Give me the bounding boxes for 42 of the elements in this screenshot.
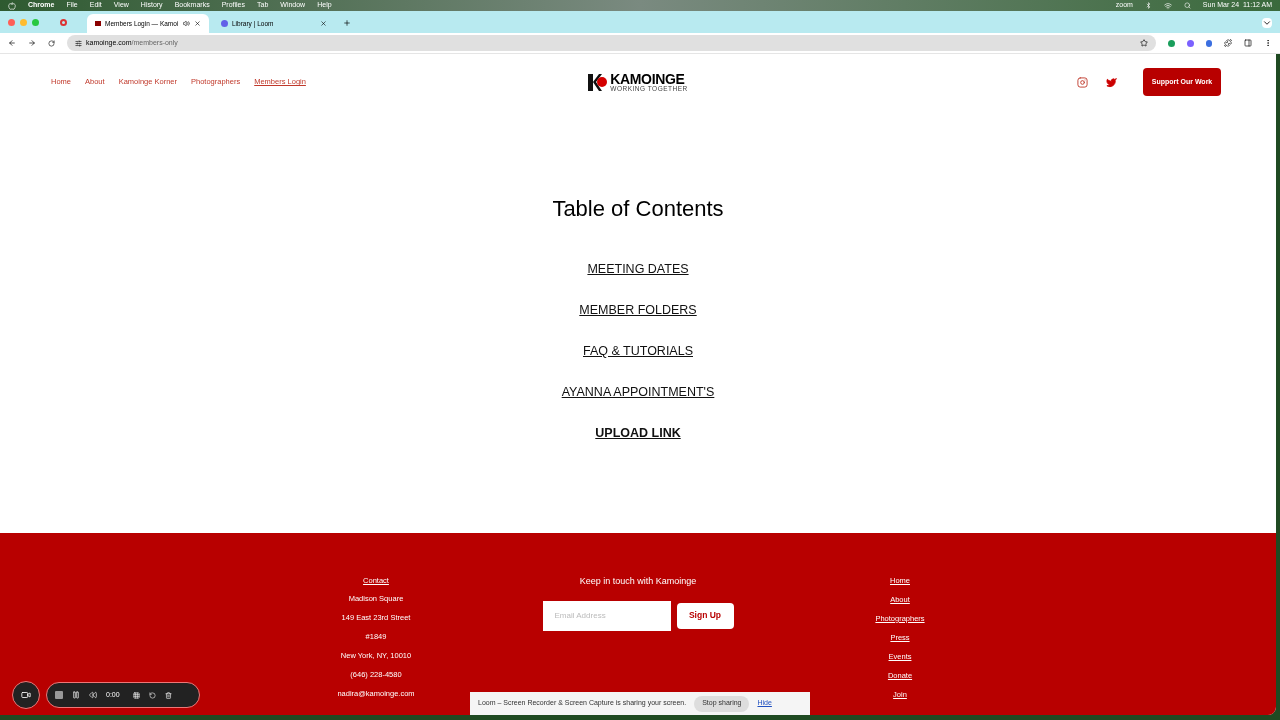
apple-icon[interactable]	[8, 1, 16, 10]
back-icon[interactable]	[8, 39, 16, 47]
restart-icon[interactable]	[148, 691, 156, 699]
sign-up-button[interactable]: Sign Up	[676, 602, 734, 629]
trash-icon[interactable]	[164, 691, 172, 699]
wifi-icon[interactable]	[1163, 1, 1172, 10]
camera-icon	[21, 690, 31, 700]
extensions-icon[interactable]	[1224, 39, 1232, 47]
logo-text: KAMOINGE	[610, 71, 685, 86]
loom-icon	[221, 20, 228, 27]
site-info-icon[interactable]	[75, 39, 82, 47]
close-icon[interactable]	[194, 20, 201, 27]
logo-icon	[588, 73, 609, 91]
pause-icon[interactable]	[72, 691, 80, 699]
rewind-icon[interactable]	[89, 691, 97, 699]
search-icon[interactable]	[1183, 2, 1191, 9]
toc-link[interactable]: FAQ & TUTORIALS	[583, 341, 693, 361]
instagram-icon[interactable]	[1077, 76, 1088, 88]
newsletter-heading: Keep in touch with Kamoinge	[579, 575, 697, 588]
extension-icon[interactable]	[1168, 39, 1175, 47]
twitter-icon[interactable]	[1106, 76, 1117, 88]
forward-icon[interactable]	[28, 39, 36, 47]
bookmark-icon[interactable]	[1140, 39, 1148, 47]
reload-icon[interactable]	[48, 39, 55, 47]
toc-link[interactable]: AYANNA APPOINTMENT'S	[561, 382, 715, 402]
email-field[interactable]: Email Address	[542, 600, 671, 631]
record-icon[interactable]	[60, 18, 67, 26]
side-panel-icon[interactable]	[1244, 39, 1252, 47]
bluetooth-icon[interactable]	[1144, 2, 1152, 9]
speaker-icon	[183, 20, 190, 27]
toc-link[interactable]: MEETING DATES	[587, 259, 689, 279]
page-title: Table of Contents	[552, 195, 724, 223]
extension-icon[interactable]	[1187, 39, 1194, 47]
toc-link[interactable]: MEMBER FOLDERS	[579, 300, 697, 320]
grid-icon[interactable]	[132, 691, 140, 699]
menu-icon[interactable]	[1264, 39, 1272, 47]
close-icon[interactable]	[320, 20, 327, 27]
extension-icon[interactable]	[1206, 39, 1212, 47]
flag-icon	[95, 21, 101, 26]
toc-link[interactable]: UPLOAD LINK	[595, 423, 681, 443]
new-tab-icon[interactable]	[343, 19, 351, 27]
tab-search-icon[interactable]	[1262, 18, 1272, 28]
